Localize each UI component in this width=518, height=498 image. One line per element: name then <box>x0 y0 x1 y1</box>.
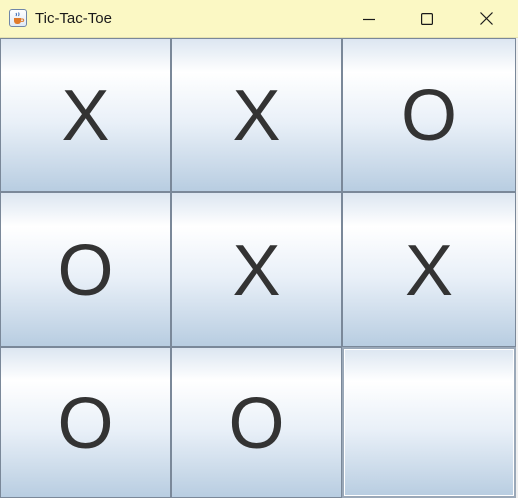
board-cell-r3c3[interactable] <box>342 347 516 498</box>
close-button[interactable] <box>457 0 515 37</box>
app-window: Tic-Tac-Toe X X O O X X O O <box>0 0 518 498</box>
cell-mark: X <box>232 76 281 156</box>
cell-mark: X <box>232 230 281 311</box>
cell-mark: O <box>57 383 114 464</box>
board-cell-r3c2[interactable]: O <box>171 347 342 498</box>
maximize-icon <box>421 12 433 25</box>
window-title: Tic-Tac-Toe <box>35 10 112 27</box>
board-cell-r3c1[interactable]: O <box>0 347 171 498</box>
game-board: X X O O X X O O <box>0 38 516 498</box>
title-bar[interactable]: Tic-Tac-Toe <box>0 0 518 38</box>
board-cell-r2c2[interactable]: X <box>171 192 342 347</box>
maximize-button[interactable] <box>398 0 456 37</box>
cell-mark: X <box>61 76 110 156</box>
board-cell-r1c1[interactable]: X <box>0 38 171 192</box>
cell-mark: O <box>57 230 114 311</box>
cell-mark: X <box>404 230 454 311</box>
board-cell-r1c3[interactable]: O <box>342 38 516 192</box>
board-cell-r1c2[interactable]: X <box>171 38 342 192</box>
cell-mark: O <box>400 76 457 156</box>
cell-mark: O <box>228 383 285 464</box>
close-icon <box>479 12 493 25</box>
minimize-icon <box>363 18 375 20</box>
minimize-button[interactable] <box>340 0 398 37</box>
board-cell-r2c3[interactable]: X <box>342 192 516 347</box>
board-cell-r2c1[interactable]: O <box>0 192 171 347</box>
java-coffee-cup-icon <box>9 9 27 27</box>
